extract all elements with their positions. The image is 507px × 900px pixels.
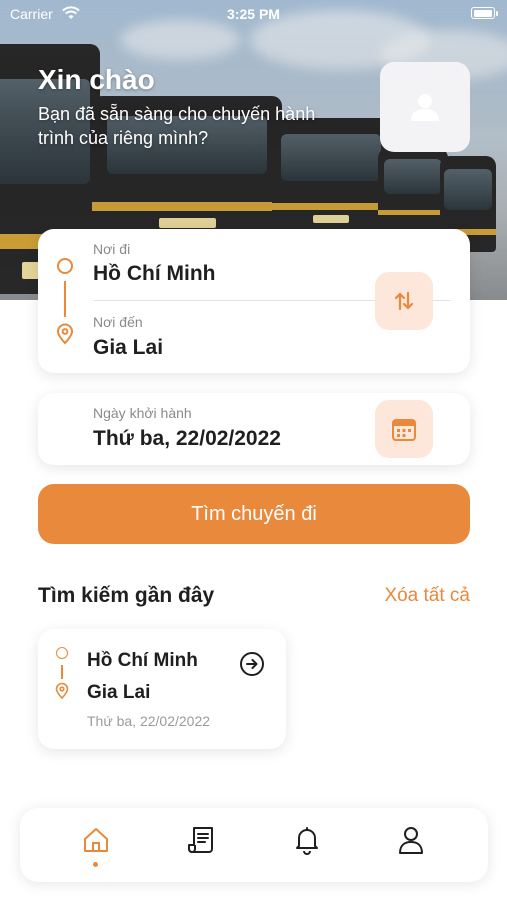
recent-search-item[interactable]: Hồ Chí Minh Gia Lai Thứ ba, 22/02/2022 [38, 629, 286, 749]
calendar-icon [392, 419, 416, 441]
destination-pin-icon [55, 682, 69, 700]
home-icon [84, 828, 108, 852]
clear-all-link[interactable]: Xóa tất cả [384, 585, 470, 607]
departure-date-card[interactable]: Ngày khởi hành Thứ ba, 22/02/2022 [38, 393, 470, 465]
tab-home[interactable] [79, 825, 113, 867]
avatar-icon [411, 94, 439, 121]
tab-profile[interactable] [394, 825, 428, 865]
recent-date: Thứ ba, 22/02/2022 [87, 713, 211, 729]
swap-route-button[interactable] [375, 272, 433, 330]
battery-icon [471, 7, 498, 19]
destination-field[interactable]: Gia Lai [93, 336, 163, 360]
active-tab-indicator [93, 862, 98, 867]
route-card: Nơi đi Hồ Chí Minh Nơi đến Gia Lai [38, 229, 470, 373]
calendar-button[interactable] [375, 400, 433, 458]
status-time: 3:25 PM [227, 6, 280, 22]
greeting-subtitle: Bạn đã sẵn sàng cho chuyến hành trình củ… [38, 104, 316, 148]
status-bar: Carrier 3:25 PM [0, 0, 507, 28]
swap-icon [394, 291, 414, 311]
bell-icon [296, 827, 318, 855]
origin-field[interactable]: Hồ Chí Minh [93, 262, 215, 286]
departure-label: Ngày khởi hành [93, 405, 192, 421]
destination-pin-icon [56, 323, 74, 345]
recent-searches-title: Tìm kiếm gần đây [38, 584, 215, 607]
recent-destination: Gia Lai [87, 682, 151, 703]
ticket-icon [188, 827, 213, 853]
search-trips-button[interactable]: Tìm chuyến đi [38, 484, 470, 544]
departure-date-value: Thứ ba, 22/02/2022 [93, 427, 281, 450]
tab-tickets[interactable] [184, 825, 218, 865]
route-line [64, 281, 66, 317]
route-line [61, 665, 63, 679]
user-icon [399, 827, 423, 854]
bottom-tab-bar [20, 808, 488, 882]
origin-dot-icon [57, 258, 73, 274]
destination-label: Nơi đến [93, 314, 143, 330]
origin-label: Nơi đi [93, 241, 131, 257]
tab-notifications[interactable] [290, 825, 324, 865]
greeting-title: Xin chào [38, 64, 155, 95]
arrow-right-circle-icon[interactable] [239, 651, 265, 677]
origin-dot-icon [56, 647, 68, 659]
avatar-button[interactable] [380, 62, 470, 152]
recent-origin: Hồ Chí Minh [87, 650, 198, 671]
